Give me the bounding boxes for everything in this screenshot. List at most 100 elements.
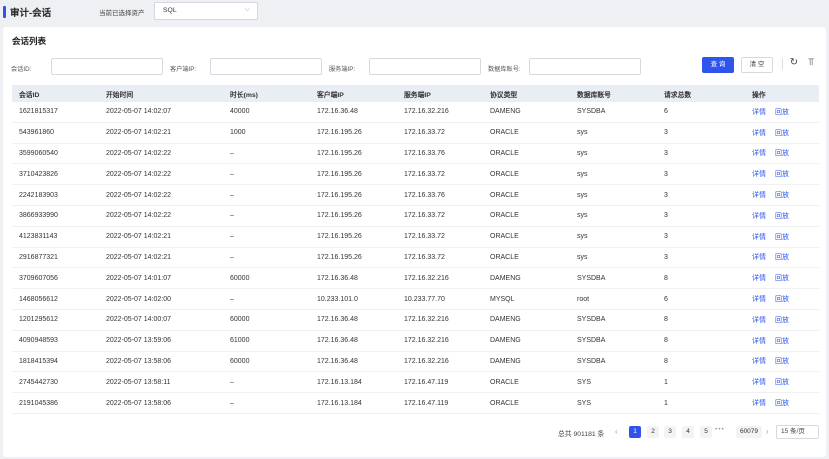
asset-select[interactable]: SQL ⌵ [154, 2, 258, 20]
session-id-input[interactable] [51, 58, 163, 75]
table-cell: – [230, 295, 234, 303]
table-row: 2191045386 2022-05-07 13:58:06 – 172.16.13.… [12, 393, 819, 414]
table-cell: 172.16.195.26 [317, 129, 362, 137]
table-cell: SYSDBA [577, 108, 606, 116]
clear-button[interactable]: 清 空 [741, 57, 773, 73]
detail-link[interactable]: 详情 [752, 372, 766, 392]
table-cell: 2022-05-07 14:02:07 [106, 108, 171, 116]
table-cell: 2191045386 [19, 399, 58, 407]
replay-link[interactable]: 回放 [775, 206, 789, 226]
detail-link[interactable]: 详情 [752, 248, 766, 268]
table-cell: 172.16.33.76 [404, 149, 445, 157]
table-cell: MYSQL [490, 295, 515, 303]
replay-link[interactable]: 回放 [775, 393, 789, 413]
table-cell: 1818415394 [19, 357, 58, 365]
replay-link[interactable]: 回放 [775, 185, 789, 205]
table-body: 1621815317 2022-05-07 14:02:07 40000 172.16… [12, 102, 819, 414]
table-cell: 172.16.33.72 [404, 129, 445, 137]
client-ip-input[interactable] [210, 58, 322, 75]
replay-link[interactable]: 回放 [775, 268, 789, 288]
detail-link[interactable]: 详情 [752, 393, 766, 413]
column-header: 服务端IP [404, 91, 431, 99]
page-size-select[interactable]: 15 条/页 [776, 425, 819, 439]
table-cell: SYSDBA [577, 316, 606, 324]
table-cell: 8 [664, 337, 668, 345]
detail-link[interactable]: 详情 [752, 185, 766, 205]
table-cell: 543961860 [19, 129, 55, 137]
replay-link[interactable]: 回放 [775, 144, 789, 164]
table-cell: 172.16.47.119 [404, 378, 449, 386]
table-cell: ORACLE [490, 399, 519, 407]
table-cell: 10.233.101.0 [317, 295, 358, 303]
detail-link[interactable]: 详情 [752, 102, 766, 122]
table-cell: 172.16.32.216 [404, 108, 449, 116]
table-cell: 1201295612 [19, 316, 58, 324]
session-table: 会话ID 开始时间 时长(ms) 客户端IP 服务端IP 协议类型 数据库账号 请求总数 操作 … [12, 85, 819, 414]
detail-link[interactable]: 详情 [752, 144, 766, 164]
detail-link[interactable]: 详情 [752, 164, 766, 184]
replay-link[interactable]: 回放 [775, 227, 789, 247]
table-cell: 2022-05-07 14:01:07 [106, 274, 171, 282]
table-row: 543961860 2022-05-07 14:02:21 1000 172.16.1… [12, 123, 819, 144]
pagination-page-3[interactable]: 3 [664, 426, 676, 438]
detail-link[interactable]: 详情 [752, 123, 766, 143]
pagination-page-1[interactable]: 1 [629, 426, 641, 438]
detail-link[interactable]: 详情 [752, 206, 766, 226]
table-row: 1201295612 2022-05-07 14:00:07 60000 172.16… [12, 310, 819, 331]
table-cell: sys [577, 191, 588, 199]
pagination-next-icon[interactable]: › [766, 427, 769, 436]
table-cell: DAMENG [490, 274, 521, 282]
column-header: 请求总数 [664, 91, 692, 99]
column-header: 会话ID [19, 91, 40, 99]
replay-link[interactable]: 回放 [775, 331, 789, 351]
column-height-icon[interactable]: ⫪ [804, 55, 818, 71]
pagination-last-page[interactable]: 60079 [736, 426, 762, 438]
replay-link[interactable]: 回放 [775, 164, 789, 184]
table-cell: 10.233.77.70 [404, 295, 445, 303]
table-cell: 2022-05-07 14:02:00 [106, 295, 171, 303]
replay-link[interactable]: 回放 [775, 352, 789, 372]
detail-link[interactable]: 详情 [752, 227, 766, 247]
detail-link[interactable]: 详情 [752, 352, 766, 372]
asset-select-value: SQL [163, 7, 177, 14]
table-cell: 2916877321 [19, 253, 58, 261]
column-header: 数据库账号 [577, 91, 611, 99]
asset-label: 当前已选择资产 [99, 10, 145, 17]
session-list-card: 会话列表 会话ID: 客户端IP: 服务端IP: 数据库账号: 查 询 清 空 … [3, 27, 826, 457]
detail-link[interactable]: 详情 [752, 289, 766, 309]
table-cell: 172.16.33.72 [404, 253, 445, 261]
table-cell: sys [577, 253, 588, 261]
pagination-total: 总共 901181 条 [558, 431, 605, 438]
table-cell: 2022-05-07 14:02:21 [106, 129, 171, 137]
detail-link[interactable]: 详情 [752, 331, 766, 351]
refresh-icon[interactable]: ↻ [787, 55, 801, 71]
table-cell: 172.16.36.48 [317, 357, 358, 365]
pagination-page-5[interactable]: 5 [700, 426, 712, 438]
replay-link[interactable]: 回放 [775, 102, 789, 122]
pagination-page-4[interactable]: 4 [682, 426, 694, 438]
query-button[interactable]: 查 询 [702, 57, 734, 73]
card-title: 会话列表 [12, 36, 47, 46]
replay-link[interactable]: 回放 [775, 310, 789, 330]
replay-link[interactable]: 回放 [775, 372, 789, 392]
db-account-input[interactable] [529, 58, 641, 75]
table-cell: – [230, 149, 234, 157]
table-cell: 60000 [230, 357, 250, 365]
replay-link[interactable]: 回放 [775, 248, 789, 268]
detail-link[interactable]: 详情 [752, 268, 766, 288]
detail-link[interactable]: 详情 [752, 310, 766, 330]
table-cell: 172.16.36.48 [317, 316, 358, 324]
replay-link[interactable]: 回放 [775, 289, 789, 309]
table-cell: ORACLE [490, 129, 519, 137]
table-cell: 2022-05-07 14:00:07 [106, 316, 171, 324]
pagination-page-2[interactable]: 2 [647, 426, 659, 438]
table-cell: – [230, 253, 234, 261]
table-cell: DAMENG [490, 357, 521, 365]
pagination-ellipsis[interactable]: ••• [715, 426, 725, 433]
table-cell: 2745442730 [19, 378, 58, 386]
table-cell: 8 [664, 316, 668, 324]
table-row: 3866933990 2022-05-07 14:02:22 – 172.16.195… [12, 206, 819, 227]
server-ip-input[interactable] [369, 58, 481, 75]
replay-link[interactable]: 回放 [775, 123, 789, 143]
pagination-prev-icon[interactable]: ‹ [615, 427, 618, 436]
